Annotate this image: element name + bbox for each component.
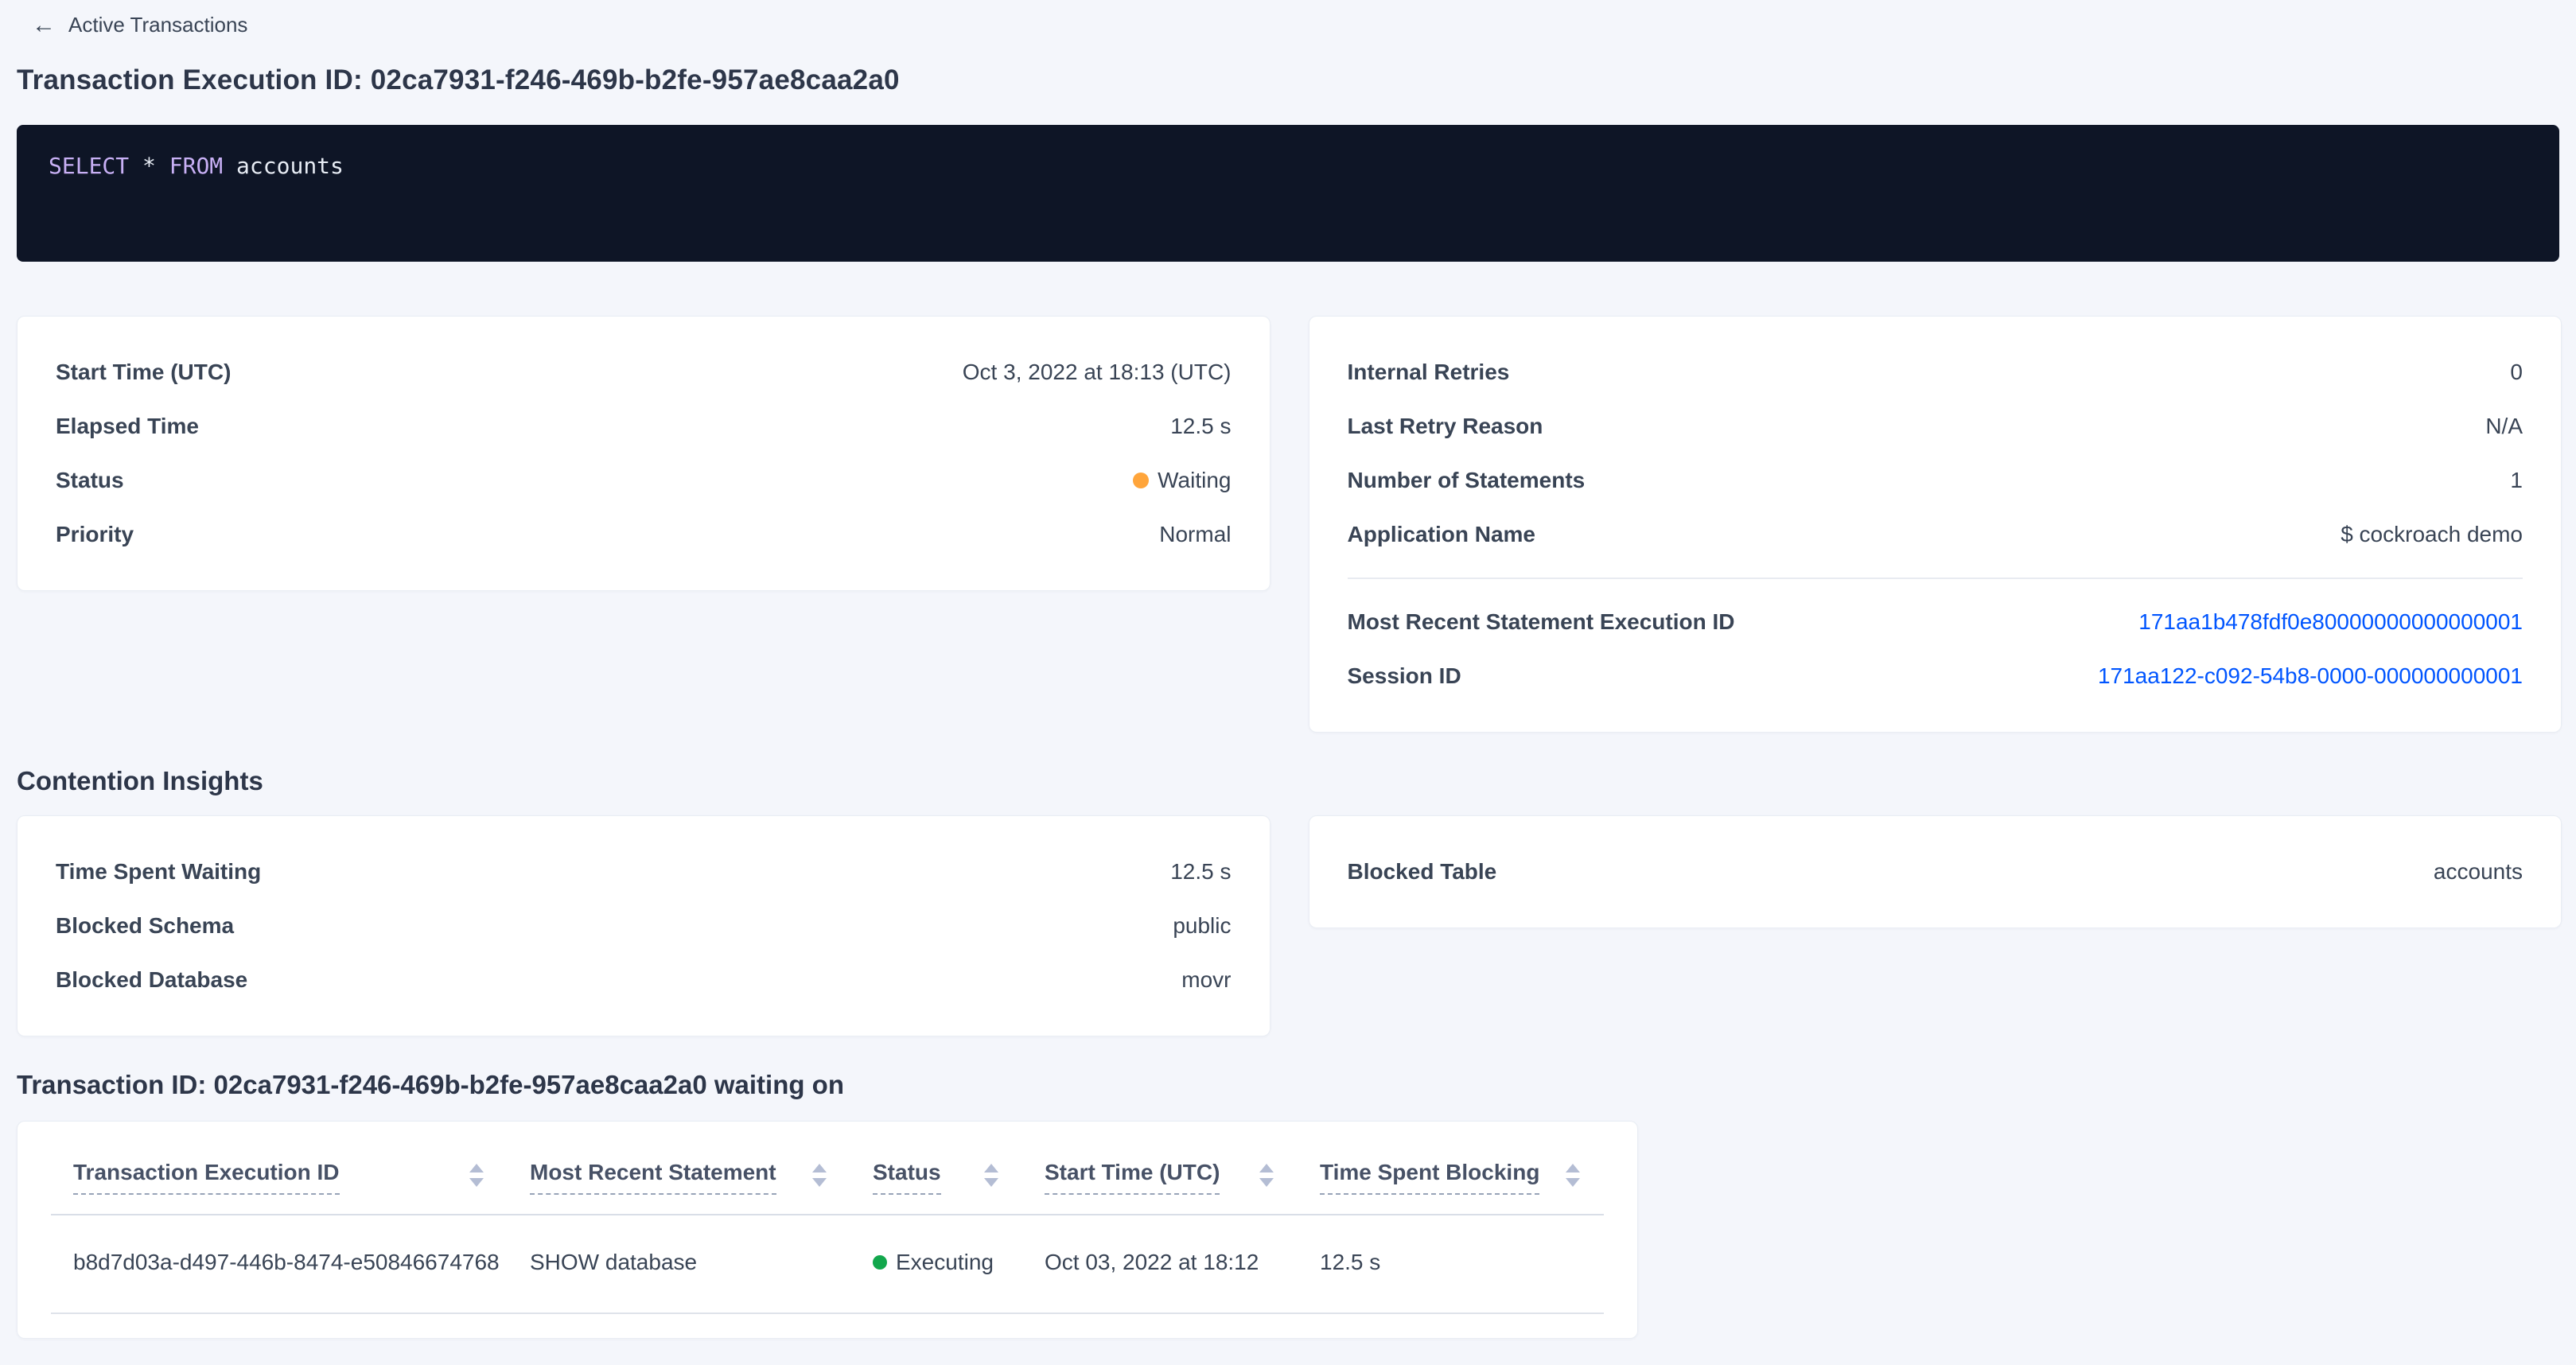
row-value: Normal bbox=[1159, 521, 1231, 548]
session-id-link[interactable]: 171aa122-c092-54b8-0000-000000000001 bbox=[2098, 663, 2523, 690]
contention-cards-row: Time Spent Waiting 12.5 s Blocked Schema… bbox=[17, 815, 2562, 1036]
row-label: Start Time (UTC) bbox=[56, 359, 231, 386]
contention-row-time-spent-waiting: Time Spent Waiting 12.5 s bbox=[56, 845, 1232, 899]
page-title: Transaction Execution ID: 02ca7931-f246-… bbox=[17, 64, 2576, 96]
status-value: Waiting bbox=[1133, 467, 1231, 494]
column-header-label: Time Spent Blocking bbox=[1320, 1160, 1539, 1195]
column-header-most-recent-statement[interactable]: Most Recent Statement bbox=[508, 1160, 850, 1214]
contention-row-blocked-database: Blocked Database movr bbox=[56, 953, 1232, 1007]
contention-card-right: Blocked Table accounts bbox=[1309, 815, 2562, 928]
column-header-time-spent-blocking[interactable]: Time Spent Blocking bbox=[1298, 1160, 1604, 1214]
sql-token: accounts bbox=[236, 153, 344, 179]
sort-icon[interactable] bbox=[469, 1164, 484, 1187]
contention-insights-heading: Contention Insights bbox=[17, 766, 2576, 796]
column-header-label: Start Time (UTC) bbox=[1045, 1160, 1220, 1195]
cell-transaction-execution-id: b8d7d03a-d497-446b-8474-e50846674768 bbox=[51, 1249, 508, 1276]
row-label: Application Name bbox=[1348, 521, 1535, 548]
row-label: Blocked Schema bbox=[56, 912, 234, 939]
row-value: 1 bbox=[2510, 467, 2523, 494]
row-value: movr bbox=[1181, 966, 1231, 994]
row-value: accounts bbox=[2434, 858, 2523, 885]
column-header-label: Most Recent Statement bbox=[530, 1160, 776, 1195]
contention-row-blocked-table: Blocked Table accounts bbox=[1348, 845, 2523, 899]
row-label: Last Retry Reason bbox=[1348, 413, 1543, 440]
statement-execution-id-link[interactable]: 171aa1b478fdf0e80000000000000001 bbox=[2138, 609, 2523, 636]
summary-row-application-name: Application Name $ cockroach demo bbox=[1348, 508, 2523, 562]
sql-statement-box: SELECT * FROM accounts bbox=[17, 125, 2559, 262]
sql-statement: SELECT * FROM accounts bbox=[49, 152, 2527, 181]
back-link[interactable]: ← Active Transactions bbox=[32, 13, 247, 37]
back-link-label: Active Transactions bbox=[68, 13, 247, 37]
row-label: Elapsed Time bbox=[56, 413, 199, 440]
column-header-status[interactable]: Status bbox=[850, 1160, 1022, 1214]
summary-row-status: Status Waiting bbox=[56, 453, 1232, 508]
top-navigation: ← Active Transactions bbox=[0, 0, 2576, 37]
row-label: Blocked Database bbox=[56, 966, 247, 994]
row-label: Most Recent Statement Execution ID bbox=[1348, 609, 1735, 636]
sort-icon[interactable] bbox=[812, 1164, 827, 1187]
row-label: Session ID bbox=[1348, 663, 1461, 690]
column-header-label: Transaction Execution ID bbox=[73, 1160, 340, 1195]
column-header-transaction-execution-id[interactable]: Transaction Execution ID bbox=[51, 1160, 508, 1214]
cell-most-recent-statement: SHOW database bbox=[508, 1249, 850, 1276]
waiting-on-heading: Transaction ID: 02ca7931-f246-469b-b2fe-… bbox=[17, 1070, 2576, 1100]
summary-row-elapsed-time: Elapsed Time 12.5 s bbox=[56, 399, 1232, 453]
sql-keyword: FROM bbox=[169, 153, 236, 179]
row-label: Number of Statements bbox=[1348, 467, 1586, 494]
waiting-on-table: Transaction Execution ID Most Recent Sta… bbox=[17, 1121, 1638, 1339]
summary-card-left: Start Time (UTC) Oct 3, 2022 at 18:13 (U… bbox=[17, 316, 1270, 591]
contention-card-left: Time Spent Waiting 12.5 s Blocked Schema… bbox=[17, 815, 1270, 1036]
card-divider bbox=[1348, 578, 2523, 579]
row-value: public bbox=[1173, 912, 1231, 939]
row-label: Internal Retries bbox=[1348, 359, 1510, 386]
contention-row-blocked-schema: Blocked Schema public bbox=[56, 899, 1232, 953]
summary-row-internal-retries: Internal Retries 0 bbox=[1348, 345, 2523, 399]
cell-time-spent-blocking: 12.5 s bbox=[1298, 1249, 1604, 1276]
row-value: 12.5 s bbox=[1170, 413, 1231, 440]
row-value: 0 bbox=[2510, 359, 2523, 386]
summary-card-right: Internal Retries 0 Last Retry Reason N/A… bbox=[1309, 316, 2562, 733]
summary-row-last-retry-reason: Last Retry Reason N/A bbox=[1348, 399, 2523, 453]
column-header-label: Status bbox=[873, 1160, 941, 1195]
row-label: Priority bbox=[56, 521, 134, 548]
sql-token: * bbox=[142, 153, 169, 179]
summary-row-number-of-statements: Number of Statements 1 bbox=[1348, 453, 2523, 508]
summary-row-session-id: Session ID 171aa122-c092-54b8-0000-00000… bbox=[1348, 649, 2523, 703]
row-value: Oct 3, 2022 at 18:13 (UTC) bbox=[963, 359, 1232, 386]
cell-status: Executing bbox=[850, 1249, 1022, 1276]
summary-row-statement-execution-id: Most Recent Statement Execution ID 171aa… bbox=[1348, 595, 2523, 649]
sql-keyword: SELECT bbox=[49, 153, 142, 179]
status-text: Waiting bbox=[1158, 467, 1231, 494]
sort-icon[interactable] bbox=[984, 1164, 998, 1187]
column-header-start-time[interactable]: Start Time (UTC) bbox=[1022, 1160, 1298, 1214]
row-value: $ cockroach demo bbox=[2341, 521, 2523, 548]
summary-row-start-time: Start Time (UTC) Oct 3, 2022 at 18:13 (U… bbox=[56, 345, 1232, 399]
status-text: Executing bbox=[896, 1249, 994, 1276]
summary-row-priority: Priority Normal bbox=[56, 508, 1232, 562]
sort-icon[interactable] bbox=[1566, 1164, 1580, 1187]
row-value: N/A bbox=[2485, 413, 2523, 440]
row-label: Status bbox=[56, 467, 124, 494]
executing-status-dot-icon bbox=[873, 1255, 887, 1270]
sort-icon[interactable] bbox=[1259, 1164, 1274, 1187]
row-value: 12.5 s bbox=[1170, 858, 1231, 885]
back-arrow-icon: ← bbox=[32, 14, 56, 37]
waiting-status-dot-icon bbox=[1133, 472, 1149, 488]
row-label: Blocked Table bbox=[1348, 858, 1497, 885]
summary-cards-row: Start Time (UTC) Oct 3, 2022 at 18:13 (U… bbox=[17, 316, 2562, 733]
table-row: b8d7d03a-d497-446b-8474-e50846674768 SHO… bbox=[51, 1215, 1604, 1314]
cell-start-time: Oct 03, 2022 at 18:12 bbox=[1022, 1249, 1298, 1276]
row-label: Time Spent Waiting bbox=[56, 858, 261, 885]
table-header-row: Transaction Execution ID Most Recent Sta… bbox=[51, 1122, 1604, 1215]
